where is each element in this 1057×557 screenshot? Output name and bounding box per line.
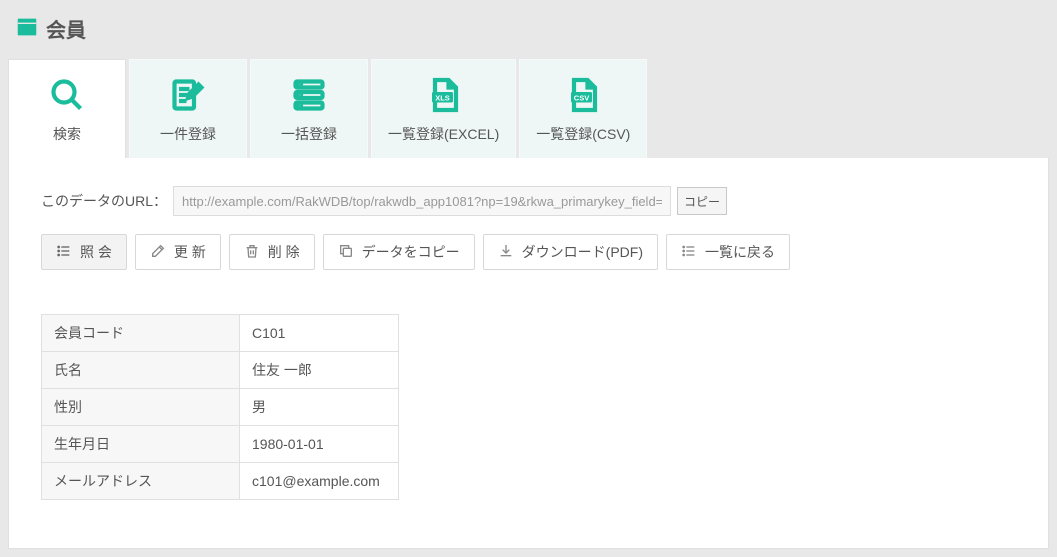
field-value: C101 [240,315,399,352]
table-row: 会員コード C101 [42,315,399,352]
detail-table: 会員コード C101 氏名 住友 一郎 性別 男 生年月日 1980-01-01… [41,314,399,500]
svg-text:XLS: XLS [435,93,450,102]
field-label: 生年月日 [42,426,240,463]
tabs: 検索 一件登録 一括登録 XLS 一覧登録(EXCEL) CSV 一覧登録(CS… [8,59,1049,158]
copy-data-button[interactable]: データをコピー [323,234,475,270]
tab-register-bulk[interactable]: 一括登録 [250,59,368,158]
tab-label: 一覧登録(EXCEL) [388,124,499,144]
table-row: 生年月日 1980-01-01 [42,426,399,463]
delete-button[interactable]: 削 除 [229,234,315,270]
button-label: 照 会 [80,242,112,262]
button-label: 削 除 [268,242,300,262]
copy-icon [338,243,354,262]
field-value: c101@example.com [240,463,399,500]
tab-label: 一件登録 [146,124,230,144]
field-label: 性別 [42,389,240,426]
update-button[interactable]: 更 新 [135,234,221,270]
csv-file-icon: CSV [536,74,630,116]
back-to-list-button[interactable]: 一覧に戻る [666,234,790,270]
field-value: 男 [240,389,399,426]
url-label: このデータのURL： [41,191,167,211]
table-row: メールアドレス c101@example.com [42,463,399,500]
table-row: 性別 男 [42,389,399,426]
tab-label: 一括登録 [267,124,351,144]
download-pdf-button[interactable]: ダウンロード(PDF) [483,234,658,270]
window-icon [16,16,38,41]
page-title: 会員 [46,14,86,43]
stack-icon [267,74,351,116]
action-toolbar: 照 会 更 新 削 除 データをコピー ダウンロード(PDF) 一覧に戻る [41,234,1016,270]
field-label: 氏名 [42,352,240,389]
search-icon [25,74,109,116]
field-value: 住友 一郎 [240,352,399,389]
button-label: 一覧に戻る [705,242,775,262]
download-icon [498,243,514,262]
table-row: 氏名 住友 一郎 [42,352,399,389]
list-icon [681,243,697,262]
trash-icon [244,243,260,262]
tab-search[interactable]: 検索 [8,59,126,158]
button-label: ダウンロード(PDF) [522,242,643,262]
tab-label: 検索 [25,124,109,144]
field-value: 1980-01-01 [240,426,399,463]
field-label: メールアドレス [42,463,240,500]
field-label: 会員コード [42,315,240,352]
tab-register-csv[interactable]: CSV 一覧登録(CSV) [519,59,647,158]
tab-label: 一覧登録(CSV) [536,124,630,144]
view-button[interactable]: 照 会 [41,234,127,270]
pencil-icon [150,243,166,262]
button-label: データをコピー [362,242,460,262]
content-panel: このデータのURL： コピー 照 会 更 新 削 除 データをコピー ダウンロー… [8,158,1049,549]
page-header: 会員 [8,8,1049,59]
copy-url-button[interactable]: コピー [677,187,727,215]
button-label: 更 新 [174,242,206,262]
tab-register-single[interactable]: 一件登録 [129,59,247,158]
list-icon [56,243,72,262]
xls-file-icon: XLS [388,74,499,116]
form-edit-icon [146,74,230,116]
tab-register-excel[interactable]: XLS 一覧登録(EXCEL) [371,59,516,158]
url-row: このデータのURL： コピー [41,186,1016,216]
svg-text:CSV: CSV [574,93,589,102]
url-input[interactable] [173,186,671,216]
